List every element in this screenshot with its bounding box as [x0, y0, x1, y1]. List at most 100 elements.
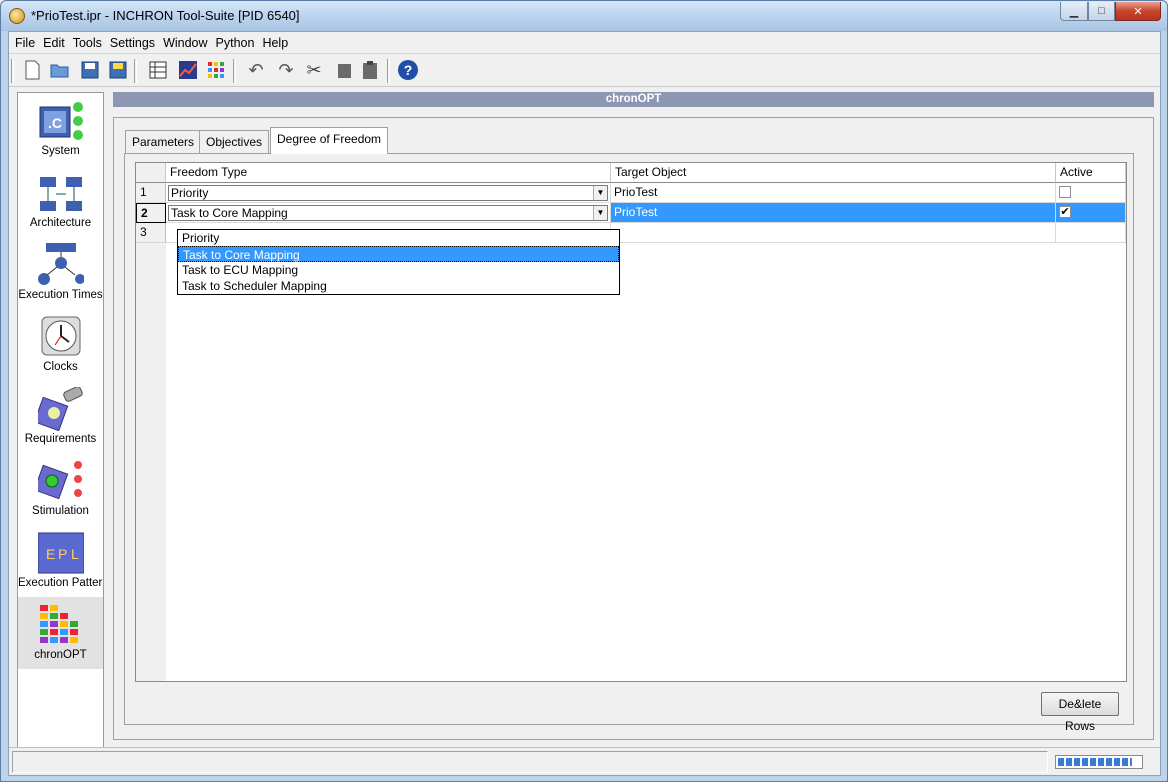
app-icon[interactable]	[9, 8, 25, 24]
combo-value: Task to Core Mapping	[171, 206, 288, 220]
cut-button[interactable]: ✂	[303, 59, 325, 81]
dropdown-option[interactable]: Task to Scheduler Mapping	[178, 278, 619, 294]
svg-text:.C: .C	[48, 115, 62, 131]
requirements-icon	[33, 386, 84, 432]
menu-file[interactable]: File	[15, 36, 35, 50]
application-window: *PrioTest.ipr - INCHRON Tool-Suite [PID …	[0, 0, 1168, 782]
freedom-type-combo[interactable]: Task to Core Mapping ▼	[168, 205, 608, 221]
active-cell[interactable]	[1056, 183, 1126, 203]
sidebar-item-requirements[interactable]: Requirements	[18, 381, 103, 453]
sidebar-item-chronopt[interactable]: chronOPT	[18, 597, 103, 669]
freedom-type-cell[interactable]: Task to Core Mapping ▼	[166, 203, 611, 223]
sidebar-item-label: chronOPT	[34, 649, 87, 661]
svg-text:L: L	[71, 546, 79, 562]
menu-edit[interactable]: Edit	[43, 36, 65, 50]
chart-icon	[179, 61, 197, 79]
chart-button[interactable]	[177, 59, 199, 81]
tab-degree-of-freedom[interactable]: Degree of Freedom	[270, 127, 389, 154]
copy-button[interactable]	[333, 59, 355, 81]
chronopt-toolbar-button[interactable]	[205, 59, 227, 81]
sidebar-item-label: Clocks	[43, 361, 78, 373]
menu-python[interactable]: Python	[216, 36, 255, 50]
active-checkbox[interactable]	[1059, 186, 1071, 198]
active-cell[interactable]: ✔	[1056, 203, 1126, 223]
tab-objectives[interactable]: Objectives	[199, 130, 270, 154]
undo-button[interactable]: ↶	[245, 59, 267, 81]
minimize-icon: ▁	[1069, 5, 1079, 18]
row-number: 3	[136, 223, 166, 243]
chronopt-icon	[38, 603, 84, 647]
save-as-button[interactable]	[107, 59, 129, 81]
menu-settings[interactable]: Settings	[110, 36, 155, 50]
column-header-freedom-type[interactable]: Freedom Type	[166, 163, 611, 183]
freedom-type-combo[interactable]: Priority ▼	[168, 185, 608, 201]
table-row[interactable]: 1 Priority ▼ PrioTest	[136, 183, 1126, 203]
cut-icon: ✂	[306, 59, 322, 80]
svg-text:P: P	[58, 546, 67, 562]
new-file-icon	[25, 60, 40, 80]
clock-icon	[38, 315, 84, 359]
target-object-cell[interactable]	[611, 223, 1056, 243]
status-bar	[9, 747, 1160, 775]
stimulation-icon	[33, 459, 84, 503]
maximize-icon: □	[1098, 5, 1105, 17]
row-number: 1	[136, 183, 166, 203]
sidebar-item-system[interactable]: .C System	[18, 93, 103, 165]
tab-parameters[interactable]: Parameters	[125, 130, 202, 154]
active-checkbox[interactable]: ✔	[1059, 206, 1071, 218]
sidebar-item-clocks[interactable]: Clocks	[18, 309, 103, 381]
maximize-button[interactable]: □	[1088, 2, 1115, 21]
title-bar[interactable]: *PrioTest.ipr - INCHRON Tool-Suite [PID …	[1, 1, 1167, 31]
sidebar-item-label: Execution Pattern	[18, 577, 104, 589]
chevron-down-icon[interactable]: ▼	[593, 206, 607, 220]
active-cell[interactable]	[1056, 223, 1126, 243]
combo-value: Priority	[171, 186, 209, 200]
table-row[interactable]: 2 Task to Core Mapping ▼ PrioTest ✔	[136, 203, 1126, 223]
target-object-cell[interactable]: PrioTest	[611, 183, 1056, 203]
dropdown-option-selected[interactable]: Task to Core Mapping	[178, 246, 619, 262]
save-button[interactable]	[79, 59, 101, 81]
system-icon: .C	[38, 99, 84, 143]
close-button[interactable]: ✕	[1115, 2, 1161, 21]
sidebar-item-execution-pattern[interactable]: EPL Execution Pattern	[18, 525, 103, 597]
sidebar-item-architecture[interactable]: Architecture	[18, 165, 103, 237]
chronopt-panel: chronOPT Parameters Objectives Degree of…	[113, 92, 1154, 740]
chevron-down-icon[interactable]: ▼	[593, 186, 607, 200]
save-as-icon	[109, 61, 127, 79]
svg-text:?: ?	[404, 62, 413, 78]
delete-rows-button[interactable]: De&lete Rows	[1041, 692, 1119, 733]
toolbar-grip	[11, 59, 14, 83]
column-header-active[interactable]: Active	[1056, 163, 1126, 183]
menu-window[interactable]: Window	[163, 36, 207, 50]
paste-icon	[363, 61, 377, 79]
column-header-target-object[interactable]: Target Object	[611, 163, 1056, 183]
sidebar-item-execution-times[interactable]: Execution Times	[18, 237, 103, 309]
dropdown-option[interactable]: Task to ECU Mapping	[178, 262, 619, 278]
new-file-button[interactable]	[21, 59, 43, 81]
execution-times-icon	[38, 243, 85, 287]
client-area: File Edit Tools Settings Window Python H…	[8, 31, 1161, 776]
menu-help[interactable]: Help	[262, 36, 288, 50]
chronopt-icon	[208, 62, 224, 78]
redo-button[interactable]: ↷	[275, 59, 297, 81]
toolbar-separator	[134, 59, 137, 83]
progress-bar	[1055, 755, 1143, 769]
panel-body: Parameters Objectives Degree of Freedom …	[113, 117, 1154, 740]
paste-button[interactable]	[359, 59, 381, 81]
window-title: *PrioTest.ipr - INCHRON Tool-Suite [PID …	[31, 8, 300, 23]
freedom-table: Freedom Type Target Object Active 1 Prio…	[135, 162, 1127, 682]
minimize-button[interactable]: ▁	[1060, 2, 1088, 21]
undo-icon: ↶	[248, 59, 264, 80]
open-button[interactable]	[49, 59, 71, 81]
sidebar-item-stimulation[interactable]: Stimulation	[18, 453, 103, 525]
menu-tools[interactable]: Tools	[73, 36, 102, 50]
degree-of-freedom-page: Freedom Type Target Object Active 1 Prio…	[124, 153, 1134, 733]
copy-icon	[338, 64, 351, 78]
target-object-cell[interactable]: PrioTest	[611, 203, 1056, 223]
help-button[interactable]: ?	[397, 59, 419, 81]
sidebar-item-label: Execution Times	[18, 289, 103, 301]
freedom-type-cell[interactable]: Priority ▼	[166, 183, 611, 203]
svg-text:E: E	[46, 546, 55, 562]
properties-button[interactable]	[147, 59, 169, 81]
dropdown-option[interactable]: Priority	[178, 230, 619, 246]
